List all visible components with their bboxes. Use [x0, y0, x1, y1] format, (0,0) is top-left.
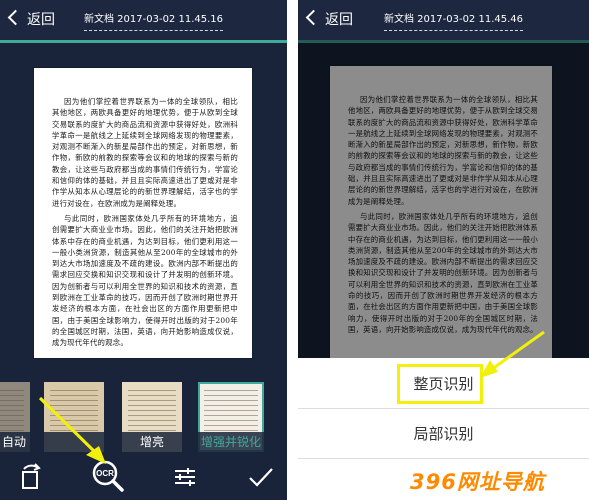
annotation-arrow [38, 396, 106, 464]
watermark: 396网址导航 [410, 466, 545, 496]
left-screenshot: 返回 新文档 2017-03-02 11.45.16 因为他们掌控着世界联系为一… [0, 0, 287, 500]
annotation-arrow [480, 330, 545, 378]
watermark-text: 396网址导航 [410, 470, 545, 494]
right-screenshot: 返回 新文档 2017-03-02 11.45.46 因为他们掌控着世界联系为一… [298, 0, 589, 500]
